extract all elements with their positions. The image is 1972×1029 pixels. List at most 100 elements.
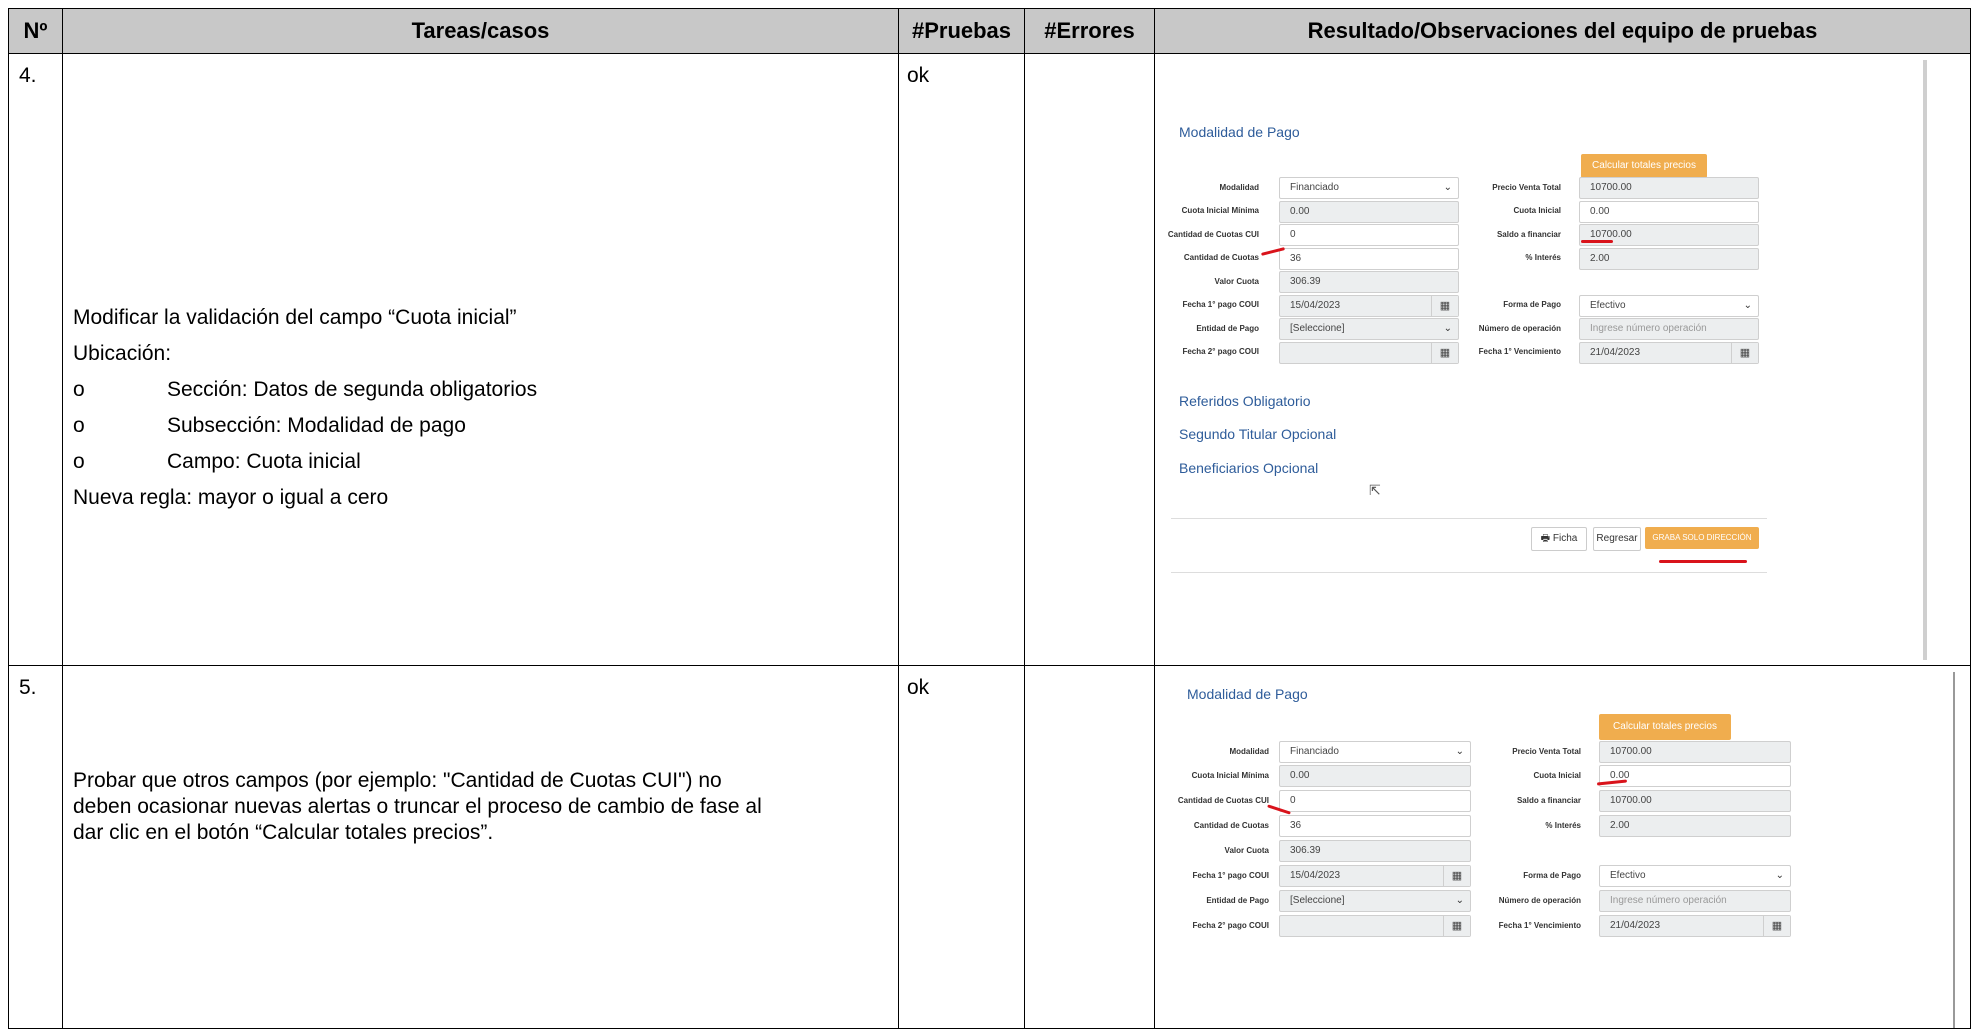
calendar-icon[interactable]: ▦: [1431, 343, 1458, 363]
calculate-totals-button[interactable]: Calcular totales precios: [1581, 154, 1707, 178]
errors-count: [1024, 53, 1155, 666]
num-operacion-placeholder: Ingrese número operación: [1590, 323, 1707, 334]
label-cuota-minima: Cuota Inicial Mínima: [1191, 771, 1269, 780]
fecha1-value: 15/04/2023: [1290, 300, 1341, 311]
header-num: Nº: [8, 8, 63, 54]
bullet-item: o Subsección: Modalidad de pago: [73, 408, 537, 444]
modalidad-value: Financiado: [1290, 182, 1339, 193]
form-screenshot: Modalidad de Pago Calcular totales preci…: [1163, 672, 1955, 1028]
label-fecha1: Fecha 1° pago COUI: [1192, 871, 1269, 880]
header-errors: #Errores: [1024, 8, 1155, 54]
fecha2-input[interactable]: ▦: [1279, 342, 1459, 364]
bullet-item: o Sección: Datos de segunda obligatorios: [73, 372, 537, 408]
saldo-field: 10700.00: [1599, 790, 1791, 812]
cantidad-cuotas-input[interactable]: 36: [1279, 815, 1471, 837]
chevron-down-icon: ⌄: [1743, 300, 1752, 311]
label-entidad: Entidad de Pago: [1196, 324, 1259, 333]
regresar-button[interactable]: Regresar: [1593, 527, 1641, 551]
label-cantidad-cuotas: Cantidad de Cuotas: [1183, 253, 1259, 262]
task-line: dar clic en el botón “Calcular totales p…: [73, 821, 494, 844]
bullet-item: o Campo: Cuota inicial: [73, 444, 537, 480]
cantidad-cui-input[interactable]: 0: [1279, 224, 1459, 246]
label-num-operacion: Número de operación: [1498, 896, 1581, 905]
label-modalidad: Modalidad: [1219, 183, 1259, 192]
graba-solo-direccion-button[interactable]: GRABA SOLO DIRECCIÓN: [1645, 527, 1759, 549]
bullet-text: Sección: Datos de segunda obligatorios: [167, 378, 538, 401]
result-screenshot-cell: Modalidad de Pago Calcular totales preci…: [1154, 665, 1971, 1029]
entidad-value: [Seleccione]: [1290, 895, 1345, 906]
entidad-select[interactable]: [Seleccione] ⌄: [1279, 318, 1459, 340]
label-modalidad: Modalidad: [1229, 747, 1269, 756]
label-precio-total: Precio Venta Total: [1492, 183, 1561, 192]
fecha-venc-input[interactable]: 21/04/2023 ▦: [1579, 342, 1759, 364]
cantidad-cuotas-input[interactable]: 36: [1279, 248, 1459, 270]
cuota-minima-field: 0.00: [1279, 765, 1471, 787]
calendar-icon[interactable]: ▦: [1763, 916, 1790, 936]
forma-pago-value: Efectivo: [1590, 300, 1626, 311]
header-result: Resultado/Observaciones del equipo de pr…: [1154, 8, 1971, 54]
bullet-text: Campo: Cuota inicial: [167, 450, 361, 473]
valor-cuota-field: 306.39: [1279, 271, 1459, 293]
calendar-icon[interactable]: ▦: [1731, 343, 1758, 363]
calendar-icon[interactable]: ▦: [1443, 916, 1470, 936]
task-cell: Modificar la validación del campo “Cuota…: [62, 53, 899, 666]
forma-pago-value: Efectivo: [1610, 870, 1646, 881]
footer-divider: [1171, 518, 1767, 519]
num-operacion-input[interactable]: Ingrese número operación: [1579, 318, 1759, 340]
modalidad-value: Financiado: [1290, 746, 1339, 757]
num-operacion-input[interactable]: Ingrese número operación: [1599, 890, 1791, 912]
result-screenshot-cell: Modalidad de Pago Calcular totales preci…: [1154, 53, 1971, 666]
forma-pago-select[interactable]: Efectivo ⌄: [1599, 865, 1791, 887]
fecha2-input[interactable]: ▦: [1279, 915, 1471, 937]
label-forma-pago: Forma de Pago: [1523, 871, 1581, 880]
calendar-icon[interactable]: ▦: [1431, 296, 1458, 316]
forma-pago-select[interactable]: Efectivo ⌄: [1579, 295, 1759, 317]
interes-field: 2.00: [1599, 815, 1791, 837]
label-cuota-inicial: Cuota Inicial: [1513, 206, 1561, 215]
precio-total-field: 10700.00: [1599, 741, 1791, 763]
fecha-venc-input[interactable]: 21/04/2023 ▦: [1599, 915, 1791, 937]
cantidad-cui-input[interactable]: 0: [1279, 790, 1471, 812]
task-line: Ubicación:: [73, 342, 172, 365]
precio-total-field: 10700.00: [1579, 177, 1759, 199]
modalidad-select[interactable]: Financiado ⌄: [1279, 177, 1459, 199]
task-line: Nueva regla: mayor o igual a cero: [73, 486, 389, 509]
print-icon: 🖶: [1540, 533, 1551, 544]
label-interes: % Interés: [1525, 253, 1561, 262]
label-cantidad-cui: Cantidad de Cuotas CUI: [1167, 230, 1259, 239]
cuota-inicial-input[interactable]: 0.00: [1579, 201, 1759, 223]
ficha-button[interactable]: 🖶 Ficha: [1531, 527, 1587, 551]
tests-result: ok: [898, 53, 1025, 666]
label-fecha2: Fecha 2° pago COUI: [1182, 347, 1259, 356]
label-valor-cuota: Valor Cuota: [1214, 277, 1259, 286]
calendar-icon[interactable]: ▦: [1443, 866, 1470, 886]
label-fecha2: Fecha 2° pago COUI: [1192, 921, 1269, 930]
cuota-inicial-input[interactable]: 0.00: [1599, 765, 1791, 787]
task-description: Modificar la validación del campo “Cuota…: [73, 300, 537, 516]
entidad-value: [Seleccione]: [1290, 323, 1345, 334]
task-description: Probar que otros campos (por ejemplo: "C…: [73, 768, 762, 846]
task-line: Modificar la validación del campo “Cuota…: [73, 306, 517, 329]
fecha1-input[interactable]: 15/04/2023 ▦: [1279, 295, 1459, 317]
errors-count: [1024, 665, 1155, 1029]
referidos-link[interactable]: Referidos Obligatorio: [1179, 393, 1311, 409]
segundo-titular-link[interactable]: Segundo Titular Opcional: [1179, 426, 1336, 442]
calculate-totals-button[interactable]: Calcular totales precios: [1599, 714, 1731, 740]
beneficiarios-link[interactable]: Beneficiarios Opcional: [1179, 460, 1318, 476]
label-interes: % Interés: [1545, 821, 1581, 830]
modalidad-select[interactable]: Financiado ⌄: [1279, 741, 1471, 763]
label-cantidad-cui: Cantidad de Cuotas CUI: [1177, 796, 1269, 805]
label-forma-pago: Forma de Pago: [1503, 300, 1561, 309]
bullet-marker: o: [73, 450, 85, 473]
fecha1-input[interactable]: 15/04/2023 ▦: [1279, 865, 1471, 887]
bullet-text: Subsección: Modalidad de pago: [167, 414, 466, 437]
table-row: 5. Probar que otros campos (por ejemplo:…: [8, 665, 1971, 1029]
section-title: Modalidad de Pago: [1179, 124, 1300, 140]
header-tests: #Pruebas: [898, 8, 1025, 54]
task-line: deben ocasionar nuevas alertas o truncar…: [73, 795, 762, 818]
entidad-select[interactable]: [Seleccione] ⌄: [1279, 890, 1471, 912]
label-fecha-venc: Fecha 1° Vencimiento: [1478, 347, 1561, 356]
chevron-down-icon: ⌄: [1455, 895, 1464, 906]
chevron-down-icon: ⌄: [1775, 870, 1784, 881]
label-precio-total: Precio Venta Total: [1512, 747, 1581, 756]
